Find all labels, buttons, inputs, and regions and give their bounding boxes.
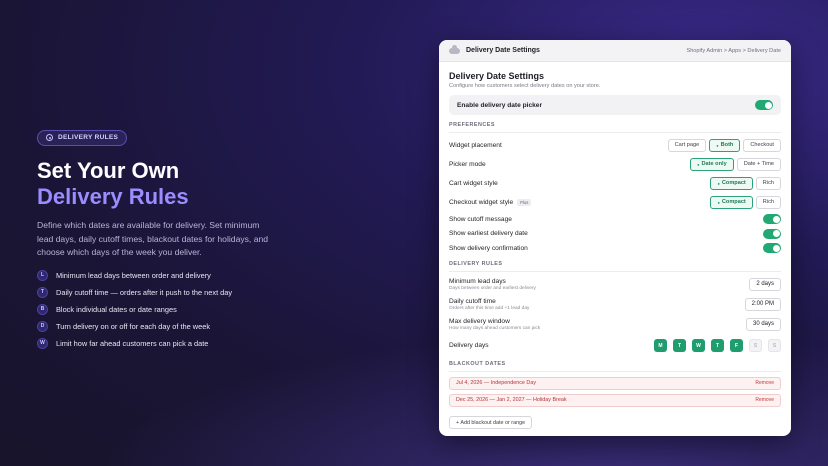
day-toggle-sunday[interactable]: S bbox=[768, 339, 781, 352]
widget-placement-label: Widget placement bbox=[449, 141, 502, 149]
cloud-icon bbox=[449, 44, 460, 54]
add-blackout-button[interactable]: + Add blackout date or range bbox=[449, 416, 533, 429]
enable-picker-row: Enable delivery date picker bbox=[449, 95, 781, 115]
cutoff-time-input[interactable]: 2:00 PM bbox=[744, 297, 781, 311]
cutoff-row: Daily cutoff time Orders after this time… bbox=[449, 295, 781, 314]
feature-badge: D bbox=[37, 320, 48, 332]
cart-compact-button[interactable]: Compact bbox=[710, 176, 753, 190]
checkout-style-row: Checkout widget style Plus Compact Rich bbox=[449, 193, 781, 211]
feature-item: L Minimum lead days between order and de… bbox=[37, 267, 277, 284]
max-window-row: Max delivery window How many days ahead … bbox=[449, 315, 781, 334]
max-window-input[interactable]: 30 days bbox=[745, 317, 781, 331]
blackout-text: Dec 25, 2026 — Jan 2, 2027 — Holiday Bre… bbox=[456, 397, 567, 403]
day-toggle-thursday[interactable]: T bbox=[711, 339, 724, 352]
blackout-item: Jul 4, 2026 — Independence Day Remove bbox=[449, 376, 781, 390]
cutoff-message-toggle[interactable] bbox=[763, 214, 781, 225]
feature-item: W Limit how far ahead customers can pick… bbox=[37, 335, 277, 352]
lead-days-input[interactable]: 2 days bbox=[749, 277, 781, 291]
toggle-row: Show cutoff message bbox=[449, 212, 781, 227]
feature-badge: T bbox=[37, 286, 48, 298]
delivery-days-row: Delivery days M T W T F S S bbox=[449, 335, 781, 357]
page-title: Delivery Date Settings bbox=[449, 71, 545, 81]
checkout-compact-button[interactable]: Compact bbox=[710, 195, 753, 209]
checkout-style-label: Checkout widget style bbox=[449, 198, 514, 206]
feature-item: B Block individual dates or date ranges bbox=[37, 301, 277, 318]
feature-text: Daily cutoff time — orders after it push… bbox=[56, 287, 233, 297]
confirmation-toggle[interactable] bbox=[763, 243, 781, 254]
remove-blackout-button[interactable]: Remove bbox=[755, 397, 774, 403]
breadcrumb[interactable]: Shopify Admin > Apps > Delivery Date bbox=[686, 48, 781, 54]
day-toggle-wednesday[interactable]: W bbox=[692, 339, 705, 352]
toggle-label: Show delivery confirmation bbox=[449, 244, 528, 252]
placement-cart-page-button[interactable]: Cart page bbox=[667, 138, 707, 152]
feature-badge: L bbox=[37, 269, 48, 281]
cutoff-label: Daily cutoff time bbox=[449, 297, 496, 305]
day-toggle-saturday[interactable]: S bbox=[749, 339, 762, 352]
max-window-sub: How many days ahead customers can pick bbox=[449, 325, 541, 331]
feature-text: Limit how far ahead customers can pick a… bbox=[56, 338, 209, 348]
enable-picker-label: Enable delivery date picker bbox=[457, 101, 543, 109]
hero-title-line1: Set Your Own bbox=[37, 158, 180, 183]
blackout-heading: BLACKOUT DATES bbox=[449, 360, 506, 367]
pill-label: DELIVERY RULES bbox=[58, 134, 119, 141]
lead-days-row: Minimum lead days Days between order and… bbox=[449, 275, 781, 294]
gear-icon bbox=[46, 134, 53, 141]
window-title: Delivery Date Settings bbox=[466, 47, 540, 54]
day-toggle-monday[interactable]: M bbox=[654, 339, 667, 352]
plus-badge: Plus bbox=[517, 198, 532, 206]
hero-description: Define which dates are available for del… bbox=[37, 220, 269, 257]
widget-placement-row: Widget placement Cart page Both Checkout bbox=[449, 136, 781, 154]
toggle-label: Show cutoff message bbox=[449, 215, 512, 223]
feature-text: Block individual dates or date ranges bbox=[56, 304, 177, 314]
placement-both-button[interactable]: Both bbox=[709, 138, 741, 152]
hero-panel: DELIVERY RULES Set Your Own Delivery Rul… bbox=[37, 128, 277, 352]
cart-style-row: Cart widget style Compact Rich bbox=[449, 174, 781, 192]
feature-badge: B bbox=[37, 303, 48, 315]
enable-picker-toggle[interactable] bbox=[755, 100, 773, 110]
blackout-text: Jul 4, 2026 — Independence Day bbox=[456, 380, 537, 386]
delivery-rules-heading: DELIVERY RULES bbox=[449, 260, 503, 267]
hero-title-line2: Delivery Rules bbox=[37, 184, 189, 209]
feature-text: Minimum lead days between order and deli… bbox=[56, 270, 211, 280]
placement-checkout-button[interactable]: Checkout bbox=[743, 138, 781, 152]
page-subtitle: Configure how customers select delivery … bbox=[449, 83, 601, 89]
feature-list: L Minimum lead days between order and de… bbox=[37, 267, 277, 352]
toggle-row: Show earliest delivery date bbox=[449, 227, 781, 242]
feature-item: D Turn delivery on or off for each day o… bbox=[37, 318, 277, 335]
day-toggle-friday[interactable]: F bbox=[730, 339, 743, 352]
cart-style-label: Cart widget style bbox=[449, 179, 498, 187]
remove-blackout-button[interactable]: Remove bbox=[755, 380, 774, 386]
max-window-label: Max delivery window bbox=[449, 317, 510, 325]
feature-text: Turn delivery on or off for each day of … bbox=[56, 321, 211, 331]
settings-window: Delivery Date Settings Shopify Admin > A… bbox=[439, 40, 791, 436]
day-toggle-tuesday[interactable]: T bbox=[673, 339, 686, 352]
window-titlebar: Delivery Date Settings Shopify Admin > A… bbox=[439, 40, 791, 62]
mode-date-only-button[interactable]: Date only bbox=[690, 157, 734, 171]
delivery-rules-pill: DELIVERY RULES bbox=[37, 129, 128, 146]
toggle-row: Show delivery confirmation bbox=[449, 241, 781, 256]
lead-days-label: Minimum lead days bbox=[449, 277, 506, 285]
cutoff-sub: Orders after this time add +1 lead day bbox=[449, 305, 530, 311]
earliest-date-toggle[interactable] bbox=[763, 228, 781, 239]
feature-badge: W bbox=[37, 337, 48, 349]
mode-date-time-button[interactable]: Date + Time bbox=[736, 157, 781, 171]
cart-rich-button[interactable]: Rich bbox=[755, 176, 781, 190]
picker-mode-row: Picker mode Date only Date + Time bbox=[449, 155, 781, 173]
toggle-label: Show earliest delivery date bbox=[449, 230, 528, 238]
checkout-rich-button[interactable]: Rich bbox=[755, 195, 781, 209]
feature-item: T Daily cutoff time — orders after it pu… bbox=[37, 284, 277, 301]
lead-days-sub: Days between order and earliest delivery bbox=[449, 285, 536, 291]
preferences-heading: PREFERENCES bbox=[449, 122, 495, 128]
blackout-item: Dec 25, 2026 — Jan 2, 2027 — Holiday Bre… bbox=[449, 393, 781, 407]
picker-mode-label: Picker mode bbox=[449, 160, 486, 168]
delivery-days-label: Delivery days bbox=[449, 342, 489, 349]
